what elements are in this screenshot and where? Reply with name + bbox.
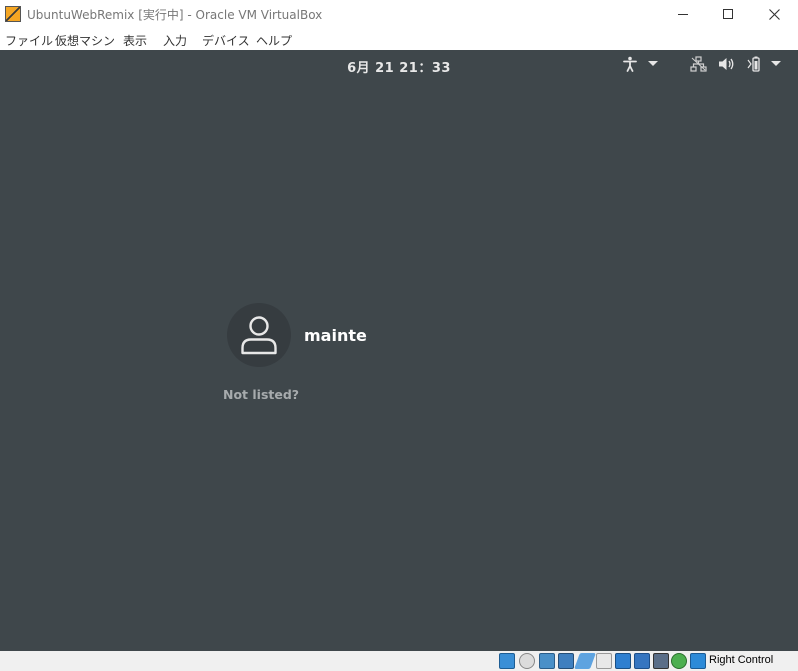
volume-icon[interactable] <box>717 56 735 72</box>
maximize-icon <box>723 9 733 19</box>
host-key-label: Right Control <box>709 654 774 666</box>
gnome-top-bar: 6月 21 21：33 <box>0 50 798 78</box>
minimize-icon <box>678 13 688 15</box>
menu-machine[interactable]: 仮想マシン <box>55 32 115 49</box>
clock[interactable]: 6月 21 21：33 <box>0 57 798 76</box>
menu-view[interactable]: 表示 <box>123 32 147 49</box>
audio-icon[interactable] <box>539 653 555 669</box>
keyboard-capture-icon[interactable] <box>690 653 706 669</box>
accessibility-icon[interactable] <box>622 56 638 72</box>
cpu-icon[interactable] <box>653 653 669 669</box>
close-button[interactable] <box>751 0 797 28</box>
close-icon <box>768 8 780 20</box>
username-label[interactable]: mainte <box>304 326 367 345</box>
vm-display[interactable]: 6月 21 21：33 mainte Not listed? <box>0 50 798 651</box>
user-icon <box>241 316 277 355</box>
display-icon[interactable] <box>615 653 631 669</box>
network-icon[interactable] <box>689 56 707 72</box>
minimize-button[interactable] <box>660 0 706 28</box>
usb-icon[interactable] <box>574 653 596 669</box>
menu-file[interactable]: ファイル <box>5 32 53 49</box>
video-capture-icon[interactable] <box>634 653 650 669</box>
battery-icon[interactable] <box>745 56 763 72</box>
menu-devices[interactable]: デバイス <box>202 32 250 49</box>
hard-disk-icon[interactable] <box>499 653 515 669</box>
mouse-integration-icon[interactable] <box>671 653 687 669</box>
menu-bar: ファイル 仮想マシン 表示 入力 デバイス ヘルプ <box>0 28 798 50</box>
window-title: UbuntuWebRemix [実行中] - Oracle VM Virtual… <box>27 8 323 22</box>
user-avatar[interactable] <box>227 303 291 367</box>
not-listed-link[interactable]: Not listed? <box>223 387 299 402</box>
system-menu-arrow-icon[interactable] <box>770 56 782 72</box>
accessibility-menu-arrow-icon[interactable] <box>647 56 659 72</box>
shared-folders-icon[interactable] <box>596 653 612 669</box>
network-adapter-icon[interactable] <box>558 653 574 669</box>
window-titlebar[interactable]: UbuntuWebRemix [実行中] - Oracle VM Virtual… <box>0 0 798 28</box>
menu-input[interactable]: 入力 <box>163 32 187 49</box>
vbox-status-bar: Right Control <box>0 651 798 671</box>
virtualbox-app-icon <box>5 6 21 22</box>
menu-help[interactable]: ヘルプ <box>256 32 292 49</box>
optical-drive-icon[interactable] <box>519 653 535 669</box>
maximize-button[interactable] <box>705 0 751 28</box>
